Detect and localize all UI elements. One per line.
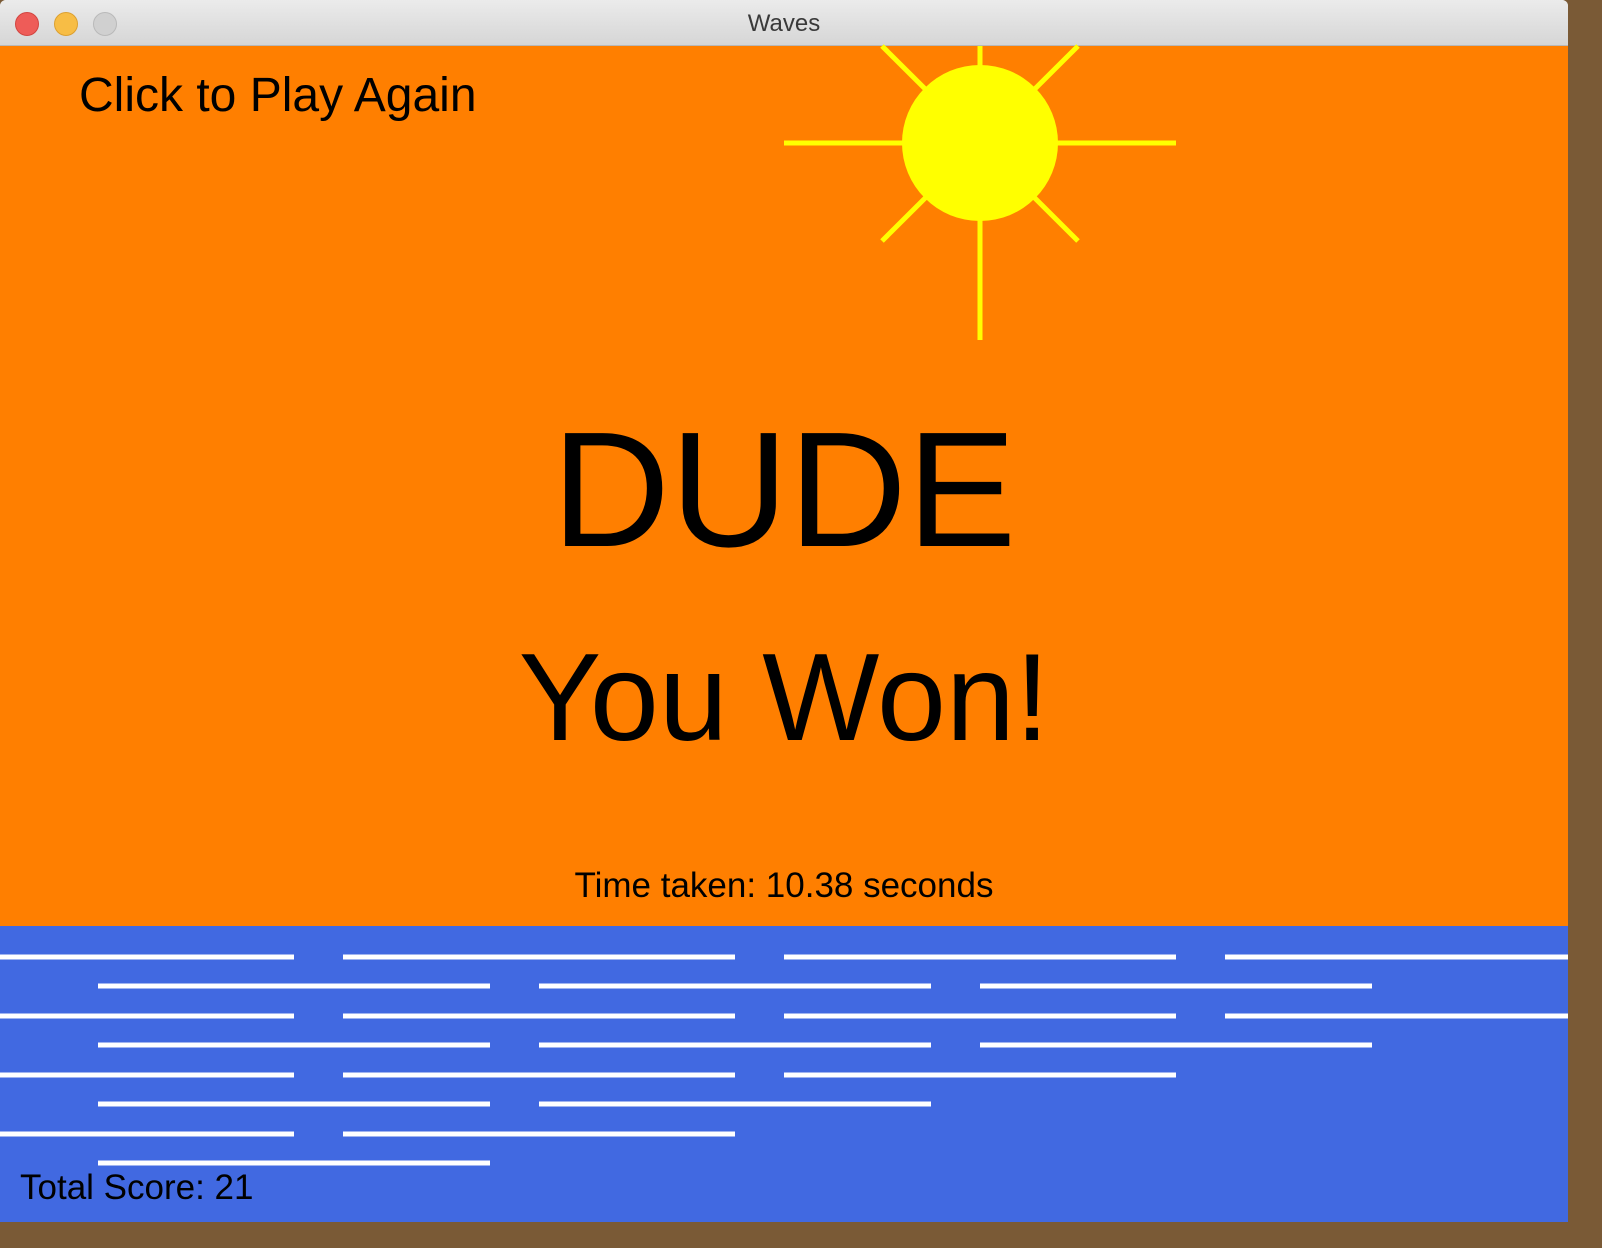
time-taken-text: Time taken: 10.38 seconds [574,866,994,905]
wave-lines [0,954,1568,1166]
sun-disc [902,65,1058,221]
play-again-button[interactable]: Click to Play Again [79,68,477,123]
total-score-text: Total Score: 21 [20,1168,254,1207]
sun-icon [784,44,1176,340]
game-window: Waves Click to Play Again DUDE You Won! … [0,0,1568,1222]
headline-text: DUDE [551,398,1017,581]
scene-graphics [0,44,1568,1166]
result-text: You Won! [518,629,1050,767]
